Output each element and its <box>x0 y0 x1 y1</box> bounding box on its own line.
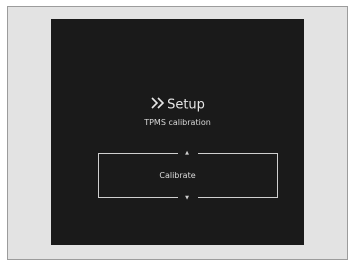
figure-frame: Setup TPMS calibration ▲ ▼ Calibrate <box>7 6 348 260</box>
menu-header: Setup <box>51 97 304 114</box>
scroll-down-icon[interactable]: ▼ <box>182 195 192 201</box>
calibrate-option-label[interactable]: Calibrate <box>51 171 304 181</box>
double-chevron-right-icon <box>150 97 166 114</box>
menu-title: Setup <box>167 97 205 113</box>
display-screen: Setup TPMS calibration ▲ ▼ Calibrate <box>51 19 304 245</box>
menu-subtitle: TPMS calibration <box>144 118 211 127</box>
scroll-up-icon[interactable]: ▲ <box>182 150 192 156</box>
